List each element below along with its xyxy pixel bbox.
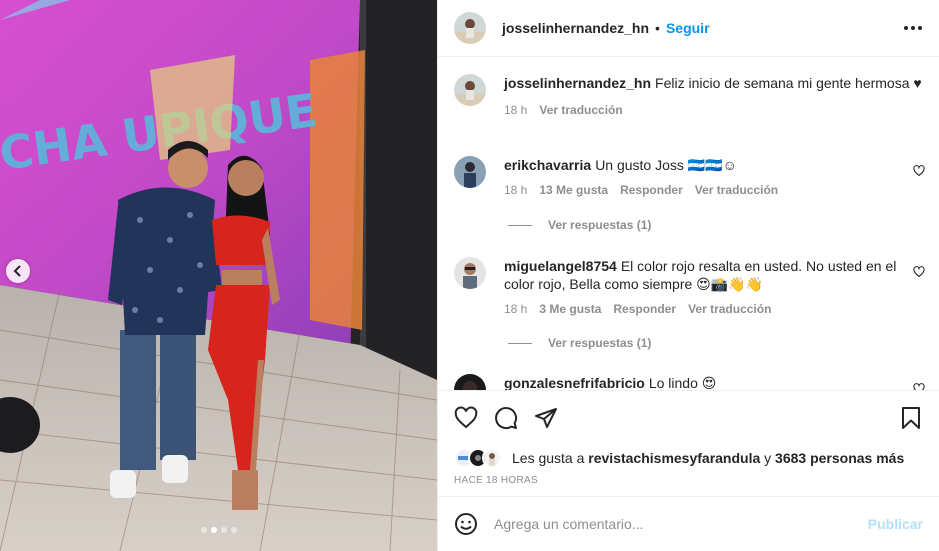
share-icon[interactable] — [534, 406, 558, 430]
commenter-avatar[interactable] — [454, 257, 486, 289]
comment-likes[interactable]: 13 Me gusta — [539, 182, 608, 198]
carousel-dot — [200, 527, 207, 533]
commenter-avatar[interactable] — [454, 156, 486, 188]
comment-like-icon[interactable] — [913, 165, 925, 177]
liker-username[interactable]: revistachismesyfarandula — [588, 450, 760, 466]
carousel-dot — [220, 527, 227, 533]
view-replies-label: Ver respuestas (1) — [548, 218, 652, 232]
likes-prefix: Les gusta a — [512, 450, 589, 466]
author-avatar[interactable] — [454, 12, 486, 44]
likes-middle: y — [760, 450, 776, 466]
likers-avatars[interactable] — [454, 448, 502, 468]
post-header: josselinhernandez_hn • Seguir — [438, 0, 939, 57]
comment-username[interactable]: gonzalesnefrifabricio — [504, 375, 645, 390]
comments-list[interactable]: josselinhernandez_hn Feliz inicio de sema… — [438, 58, 939, 390]
comment-like-icon[interactable] — [913, 383, 925, 390]
comment-like-icon[interactable] — [913, 266, 925, 278]
comment-time[interactable]: 18 h — [504, 301, 527, 317]
caption-translate-link[interactable]: Ver traducción — [539, 102, 622, 118]
comment-item: gonzalesnefrifabricio Lo lindo 😍 — [454, 374, 925, 390]
comment-username[interactable]: erikchavarria — [504, 157, 591, 173]
view-replies-button[interactable]: Ver respuestas (1) — [508, 336, 651, 350]
author-username[interactable]: josselinhernandez_hn — [502, 20, 649, 36]
comment-input[interactable] — [494, 516, 868, 532]
caption-text: Feliz inicio de semana mi gente hermosa … — [655, 75, 922, 91]
comment-text: Un gusto Joss 🇭🇳🇭🇳☺ — [595, 157, 737, 173]
carousel-dot-active — [210, 527, 217, 533]
translate-link[interactable]: Ver traducción — [688, 301, 771, 317]
photo-image: CHA UPIQUE — [0, 0, 437, 551]
reply-button[interactable]: Responder — [620, 182, 683, 198]
carousel-dot — [230, 527, 237, 533]
reply-button[interactable]: Responder — [613, 301, 676, 317]
view-replies-label: Ver respuestas (1) — [548, 336, 652, 350]
caption: josselinhernandez_hn Feliz inicio de sema… — [454, 74, 925, 118]
follow-button[interactable]: Seguir — [666, 20, 710, 36]
translate-link[interactable]: Ver traducción — [695, 182, 778, 198]
more-options-icon[interactable] — [901, 16, 925, 40]
prev-slide-button[interactable] — [6, 259, 30, 283]
caption-username[interactable]: josselinhernandez_hn — [504, 75, 651, 91]
comment-item: miguelangel8754 El color rojo resalta en … — [454, 257, 925, 317]
post-panel: josselinhernandez_hn • Seguir josselinhe… — [437, 0, 939, 551]
emoji-icon[interactable] — [454, 512, 478, 536]
heart-icon[interactable] — [454, 406, 478, 430]
comment-time[interactable]: 18 h — [504, 182, 527, 198]
comment-item: erikchavarria Un gusto Joss 🇭🇳🇭🇳☺ 18 h 13… — [454, 156, 925, 198]
bookmark-icon[interactable] — [899, 406, 923, 430]
likes-count[interactable]: 3683 personas más — [775, 450, 904, 466]
caption-time[interactable]: 18 h — [504, 102, 527, 118]
publish-button[interactable]: Publicar — [868, 516, 923, 532]
carousel-dots — [0, 527, 437, 533]
comment-composer: Publicar — [438, 496, 939, 551]
comment-likes[interactable]: 3 Me gusta — [539, 301, 601, 317]
view-replies-button[interactable]: Ver respuestas (1) — [508, 218, 651, 232]
post-photo[interactable]: CHA UPIQUE — [0, 0, 437, 551]
comment-text: Lo lindo 😍 — [648, 375, 717, 390]
header-separator: • — [655, 20, 660, 36]
comment-icon[interactable] — [494, 406, 518, 430]
likes-summary: Les gusta a revistachismesyfarandula y 3… — [438, 447, 939, 469]
post-time[interactable]: HACE 18 HORAS — [438, 475, 939, 486]
post-actions: Les gusta a revistachismesyfarandula y 3… — [438, 390, 939, 496]
chevron-left-icon — [13, 265, 21, 277]
comment-username[interactable]: miguelangel8754 — [504, 258, 617, 274]
commenter-avatar[interactable] — [454, 374, 486, 390]
author-avatar[interactable] — [454, 74, 486, 106]
